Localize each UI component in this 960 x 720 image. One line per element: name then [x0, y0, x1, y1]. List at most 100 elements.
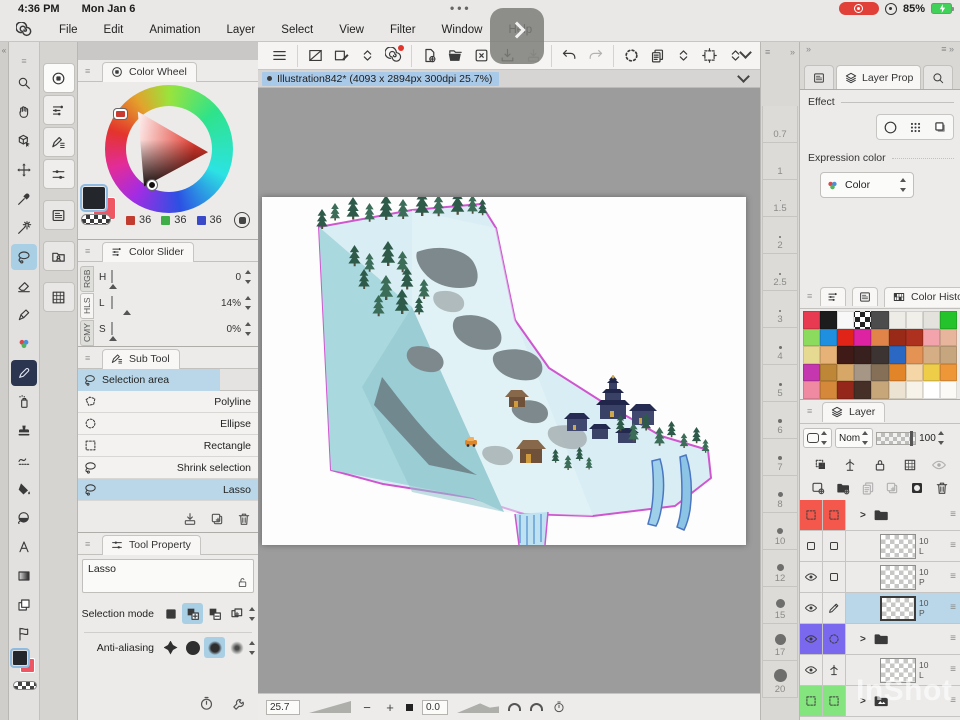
- zoom-out-button[interactable]: −: [360, 700, 374, 715]
- color-swatch[interactable]: [922, 311, 940, 329]
- subtool-lasso[interactable]: Lasso: [78, 479, 258, 501]
- duplicate-sub-tool-icon[interactable]: [209, 511, 225, 527]
- blend-tool[interactable]: [11, 447, 37, 473]
- color-swatch[interactable]: [888, 328, 906, 346]
- subtool-ellipse[interactable]: Ellipse: [78, 413, 258, 435]
- opacity-value-combo[interactable]: 100: [919, 430, 947, 446]
- gradient-tool[interactable]: [11, 505, 37, 531]
- panel-tab-tool-property[interactable]: [42, 159, 75, 189]
- open-file-button[interactable]: [442, 45, 468, 67]
- layer-row-1[interactable]: 10 L: [800, 531, 960, 562]
- clipboard-stepper[interactable]: [670, 45, 696, 67]
- clipboard-button[interactable]: [644, 45, 670, 67]
- color-swatch[interactable]: [871, 381, 889, 399]
- operation-tool[interactable]: [11, 128, 37, 154]
- delete-layer[interactable]: [934, 480, 950, 496]
- color-swatch[interactable]: [888, 381, 906, 399]
- brush-size-cell[interactable]: 5: [762, 365, 798, 402]
- color-swatch[interactable]: [803, 311, 821, 329]
- tab-layer-property[interactable]: Layer Prop: [836, 65, 922, 89]
- selection-mode-stepper[interactable]: [247, 606, 258, 622]
- show-hide-layer[interactable]: [931, 457, 947, 473]
- color-slider-tab[interactable]: Color Slider: [102, 242, 194, 262]
- main-menu-button[interactable]: [266, 45, 292, 67]
- selection-mode-add[interactable]: [182, 603, 203, 624]
- color-swatch[interactable]: [888, 363, 906, 381]
- selection-mode-multiple[interactable]: [226, 603, 247, 624]
- layer-visibility-cell[interactable]: [800, 593, 823, 623]
- layer-visibility-cell[interactable]: [800, 531, 823, 561]
- slider-stepper[interactable]: [243, 295, 254, 311]
- transfer-to-l ayer[interactable]: [860, 480, 876, 496]
- brush-size-cell[interactable]: 4: [762, 328, 798, 365]
- new-file-button[interactable]: [411, 44, 442, 67]
- panel-tab-color-wheel[interactable]: [42, 63, 75, 93]
- zoom-in-button[interactable]: +: [383, 700, 397, 715]
- color-swatch[interactable]: [905, 346, 923, 364]
- layer-edit-cell[interactable]: [823, 562, 846, 592]
- color-swatch[interactable]: [854, 346, 872, 364]
- layer-type-combo[interactable]: [803, 428, 832, 448]
- canvas-settings-button[interactable]: [297, 44, 328, 67]
- left-collapse-strip[interactable]: «: [0, 42, 9, 720]
- color-swatch[interactable]: [837, 311, 855, 329]
- clip-studio-logo-icon[interactable]: [16, 22, 32, 38]
- gradient-map-tool[interactable]: [11, 563, 37, 589]
- layer-visibility-cell[interactable]: [800, 655, 823, 685]
- color-wheel[interactable]: [105, 85, 233, 213]
- subtool-polyline[interactable]: Polyline: [78, 391, 258, 413]
- color-swatch[interactable]: [905, 363, 923, 381]
- settings-wrench-icon[interactable]: [231, 695, 248, 712]
- rotate-right-icon[interactable]: [530, 703, 543, 711]
- effect-layer-color[interactable]: [929, 116, 951, 138]
- layer-edit-cell[interactable]: [823, 686, 846, 716]
- layer-visibility-cell[interactable]: [800, 562, 823, 592]
- panel-tab-sub-tool[interactable]: [42, 127, 75, 157]
- brush-size-cell[interactable]: 20: [762, 661, 798, 698]
- slider-track[interactable]: [110, 270, 113, 283]
- color-swatch[interactable]: [922, 328, 940, 346]
- layer-folder-purple[interactable]: [800, 624, 960, 655]
- tab-search[interactable]: [923, 65, 954, 89]
- color-swatch[interactable]: [922, 346, 940, 364]
- panel-tab-material[interactable]: [42, 241, 75, 271]
- color-swatch[interactable]: [888, 311, 906, 329]
- slider-track[interactable]: [110, 322, 113, 335]
- folder-expand-icon[interactable]: [860, 634, 866, 645]
- color-swatch[interactable]: [922, 363, 940, 381]
- color-swatch[interactable]: [837, 328, 855, 346]
- collapse-right-icon[interactable]: »: [790, 47, 795, 57]
- panel-grip[interactable]: ≡: [85, 353, 90, 363]
- canvas-pasteboard[interactable]: [258, 88, 760, 693]
- layer-visibility-cell[interactable]: [800, 624, 823, 654]
- layer-drag-handle-icon[interactable]: [950, 633, 956, 644]
- blend-mode-combo[interactable]: Nom: [835, 428, 874, 448]
- text-tool[interactable]: [11, 534, 37, 560]
- fit-to-screen-icon[interactable]: [406, 703, 413, 711]
- brush-size-cell[interactable]: 1.5: [762, 180, 798, 217]
- document-tab[interactable]: Illustration842* (4093 x 2894px 300dpi 2…: [262, 71, 500, 86]
- clip-studio-assets-button[interactable]: [380, 44, 406, 67]
- color-swatch[interactable]: [939, 311, 957, 329]
- color-swatch[interactable]: [837, 381, 855, 399]
- brush-size-cell[interactable]: 15: [762, 587, 798, 624]
- brush-size-cell[interactable]: 10: [762, 513, 798, 550]
- color-swatch[interactable]: [888, 346, 906, 364]
- canvas-stepper[interactable]: [354, 45, 380, 67]
- layer-row-selected[interactable]: 10 P: [800, 593, 960, 624]
- delete-sub-tool-icon[interactable]: [236, 511, 252, 527]
- panel-tab-color-slider[interactable]: [42, 95, 75, 125]
- slider-mode-tab[interactable]: CMY: [80, 320, 94, 346]
- brush-size-cell[interactable]: 17: [762, 624, 798, 661]
- eyedropper-tool[interactable]: [11, 186, 37, 212]
- tab-tool-nav[interactable]: [804, 65, 834, 89]
- layer-drag-handle-icon[interactable]: [950, 602, 956, 613]
- layer-drag-handle-icon[interactable]: [950, 540, 956, 551]
- anti-aliasing-weak[interactable]: [182, 637, 203, 658]
- marker-tool[interactable]: [11, 359, 37, 386]
- panel-grip[interactable]: ≡: [85, 539, 90, 549]
- brush-panel-grip[interactable]: ≡: [765, 47, 770, 57]
- effect-tone[interactable]: [904, 116, 926, 138]
- color-swatch[interactable]: [820, 363, 838, 381]
- panel-tab-quick-access[interactable]: [42, 200, 75, 230]
